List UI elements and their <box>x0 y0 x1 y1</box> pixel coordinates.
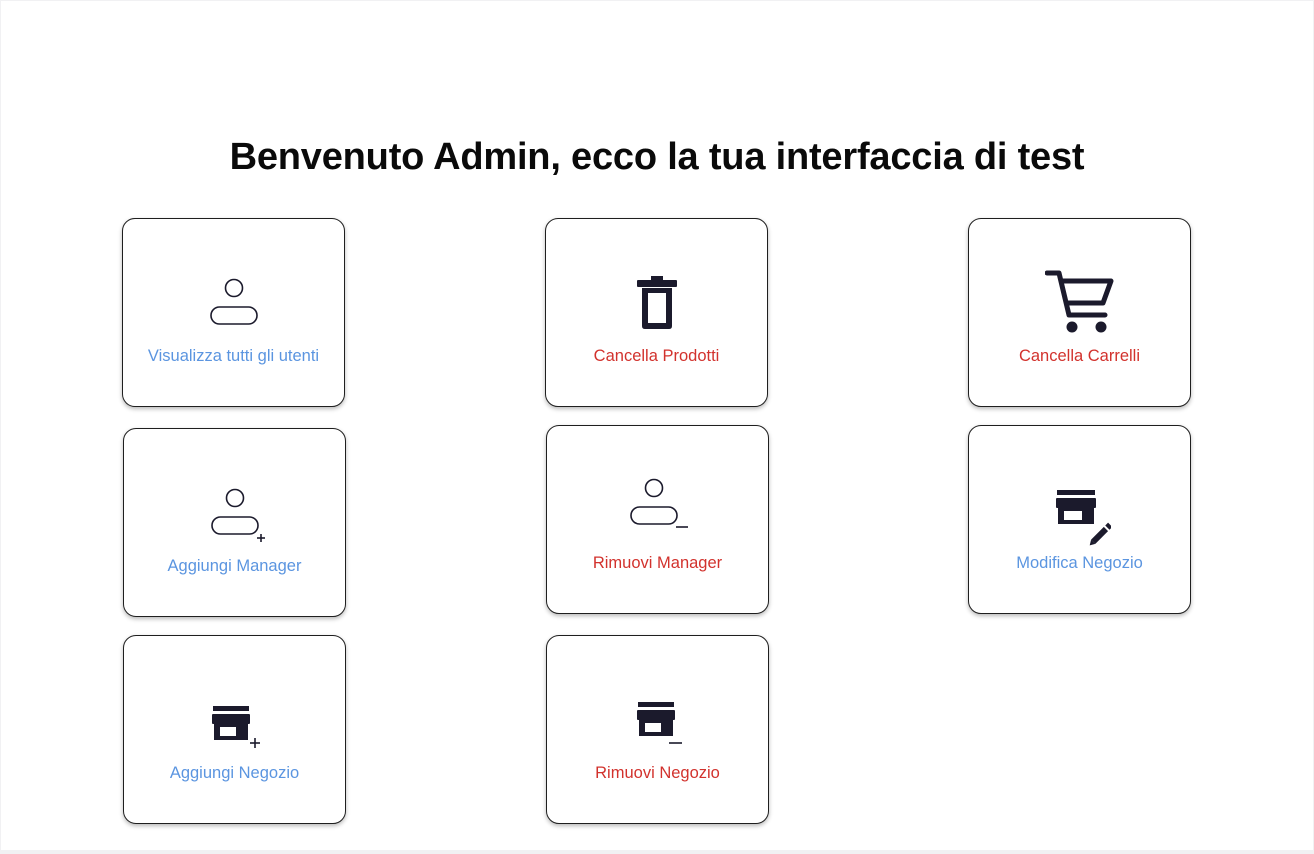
add-store-card[interactable]: Aggiungi Negozio <box>123 635 346 824</box>
store-add-icon <box>124 704 345 752</box>
cart-icon <box>969 269 1190 335</box>
store-edit-icon <box>969 488 1190 548</box>
view-all-users-label: Visualizza tutti gli utenti <box>147 347 320 365</box>
user-icon <box>123 277 344 329</box>
edit-store-label: Modifica Negozio <box>1016 554 1143 572</box>
user-add-icon <box>124 487 345 547</box>
trash-icon <box>546 275 767 331</box>
delete-products-card[interactable]: Cancella Prodotti <box>545 218 768 407</box>
view-all-users-card[interactable]: Visualizza tutti gli utenti <box>122 218 345 407</box>
delete-carts-card[interactable]: Cancella Carrelli <box>968 218 1191 407</box>
delete-products-label: Cancella Prodotti <box>593 347 720 365</box>
remove-manager-card[interactable]: Rimuovi Manager <box>546 425 769 614</box>
page-title: Benvenuto Admin, ecco la tua interfaccia… <box>229 136 1085 178</box>
add-manager-card[interactable]: Aggiungi Manager <box>123 428 346 617</box>
remove-manager-label: Rimuovi Manager <box>592 554 723 572</box>
add-manager-label: Aggiungi Manager <box>167 557 302 575</box>
remove-store-label: Rimuovi Negozio <box>595 764 720 782</box>
edit-store-card[interactable]: Modifica Negozio <box>968 425 1191 614</box>
store-remove-icon <box>547 700 768 750</box>
delete-carts-label: Cancella Carrelli <box>1018 347 1141 365</box>
add-store-label: Aggiungi Negozio <box>169 764 300 782</box>
remove-store-card[interactable]: Rimuovi Negozio <box>546 635 769 824</box>
user-remove-icon <box>547 478 768 532</box>
